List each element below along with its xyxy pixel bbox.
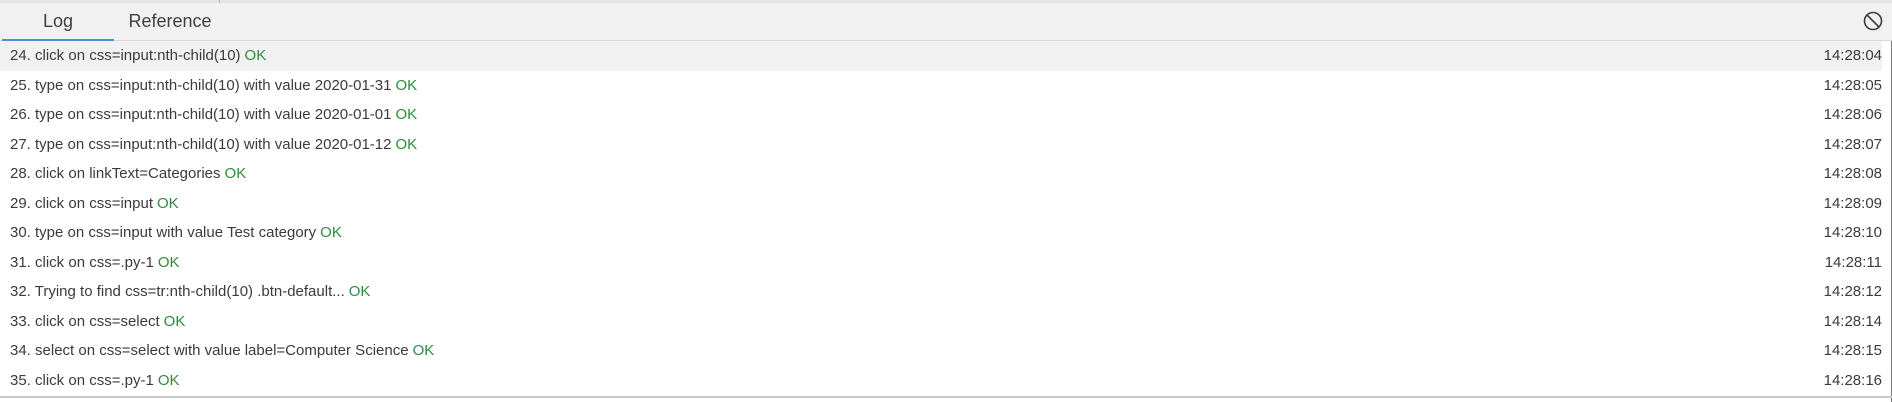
log-entry-timestamp: 14:28:04 xyxy=(1823,47,1882,64)
log-entry[interactable]: 26. type on css=input:nth-child(10) with… xyxy=(0,100,1882,130)
log-entry-status: OK xyxy=(395,106,418,123)
log-entry[interactable]: 27. type on css=input:nth-child(10) with… xyxy=(0,130,1882,160)
log-entry-status: OK xyxy=(244,47,267,64)
log-entry-command: 27. type on css=input:nth-child(10) with… xyxy=(10,135,392,153)
log-entry-command: 26. type on css=input:nth-child(10) with… xyxy=(10,106,392,123)
panel-bottom-edge xyxy=(0,396,1892,398)
log-entry-command: 35. click on css=.py-1 xyxy=(10,371,154,389)
log-entry-command: 31. click on css=.py-1 xyxy=(10,253,154,271)
log-entry-timestamp: 14:28:10 xyxy=(1823,224,1882,241)
log-entry-timestamp: 14:28:06 xyxy=(1823,106,1882,123)
log-entry-status: OK xyxy=(395,135,418,153)
log-entry-timestamp: 14:28:12 xyxy=(1823,283,1882,300)
log-entry[interactable]: 24. click on css=input:nth-child(10) OK 14… xyxy=(0,41,1882,71)
log-entry-timestamp: 14:28:07 xyxy=(1823,135,1882,153)
log-entry[interactable]: 30. type on css=input with value Test ca… xyxy=(0,218,1882,248)
log-entry[interactable]: 25. type on css=input:nth-child(10) with… xyxy=(0,71,1882,101)
log-entry-timestamp: 14:28:11 xyxy=(1824,253,1882,271)
log-entry-status: OK xyxy=(224,165,247,182)
log-entry-command: 33. click on css=select xyxy=(10,312,160,330)
log-panel: Log Reference 24. click on css=input:nth… xyxy=(0,0,1892,402)
tab-log-label: Log xyxy=(42,11,74,31)
tab-bar: Log Reference xyxy=(0,3,1892,41)
log-entry-status: OK xyxy=(157,371,180,389)
log-entry-timestamp: 14:28:15 xyxy=(1823,342,1882,359)
log-entry-status: OK xyxy=(157,194,179,212)
prohibit-icon xyxy=(1863,11,1883,31)
log-entry[interactable]: 29. click on css=input OK 14:28:09 xyxy=(0,189,1882,219)
log-entry-status: OK xyxy=(320,224,342,241)
log-entry[interactable]: 31. click on css=.py-1 OK 14:28:11 xyxy=(0,248,1882,278)
log-entry-timestamp: 14:28:09 xyxy=(1823,194,1882,212)
log-entry-command: 29. click on css=input xyxy=(10,194,153,212)
log-entry-timestamp: 14:28:05 xyxy=(1823,76,1882,94)
log-entry-timestamp: 14:28:08 xyxy=(1823,165,1882,182)
log-entry[interactable]: 32. Trying to find css=tr:nth-child(10) … xyxy=(0,277,1882,307)
log-entry[interactable]: 34. select on css=select with value labe… xyxy=(0,336,1882,366)
log-entry-command: 25. type on css=input:nth-child(10) with… xyxy=(10,76,392,94)
tab-reference[interactable]: Reference xyxy=(118,3,222,40)
log-entry-command: 30. type on css=input with value Test ca… xyxy=(10,224,317,241)
log-entry-command: 28. click on linkText=Categories xyxy=(10,165,221,182)
log-entry[interactable]: 35. click on css=.py-1 OK 14:28:16 xyxy=(0,366,1882,396)
log-list: 24. click on css=input:nth-child(10) OK 14… xyxy=(0,41,1882,396)
log-entry-command: 32. Trying to find css=tr:nth-child(10) … xyxy=(10,283,345,300)
tab-log[interactable]: Log xyxy=(2,3,114,41)
log-entry[interactable]: 28. click on linkText=Categories OK 14:28:… xyxy=(0,159,1882,189)
log-entry[interactable]: 33. click on css=select OK 14:28:14 xyxy=(0,307,1882,337)
log-entry-command: 34. select on css=select with value labe… xyxy=(10,342,409,359)
tab-reference-label: Reference xyxy=(128,11,212,31)
log-entry-timestamp: 14:28:14 xyxy=(1823,312,1882,330)
log-entry-command: 24. click on css=input:nth-child(10) xyxy=(10,47,241,64)
log-entry-status: OK xyxy=(412,342,435,359)
log-entry-status: OK xyxy=(348,283,371,300)
log-entry-timestamp: 14:28:16 xyxy=(1823,371,1882,389)
log-entry-status: OK xyxy=(395,76,418,94)
clear-log-button[interactable] xyxy=(1861,9,1885,33)
log-entry-status: OK xyxy=(163,312,186,330)
log-entry-status: OK xyxy=(157,253,180,271)
